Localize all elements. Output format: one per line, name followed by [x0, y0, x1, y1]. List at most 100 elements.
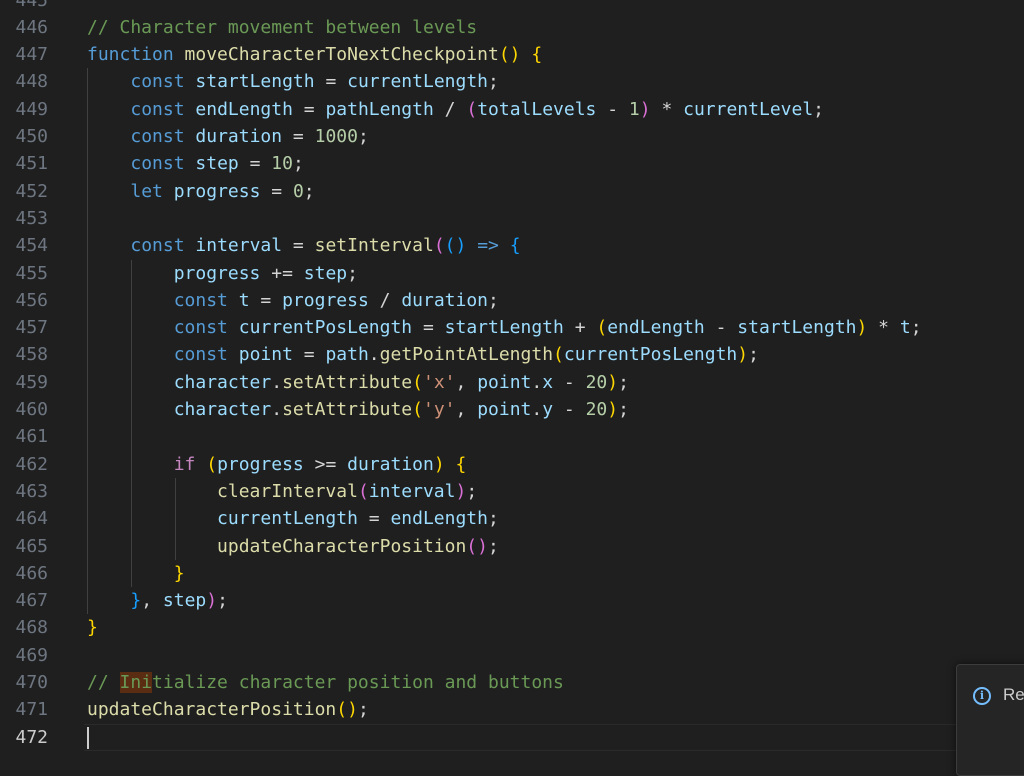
- code-token: clearInterval: [217, 480, 358, 502]
- code-text[interactable]: // Character movement between levels: [87, 14, 477, 41]
- code-text[interactable]: clearInterval(interval);: [87, 478, 477, 505]
- code-text[interactable]: const currentPosLength = startLength + (…: [87, 314, 922, 341]
- line-number[interactable]: 449: [0, 96, 48, 123]
- code-line[interactable]: 461: [0, 423, 1024, 450]
- code-line[interactable]: 450 const duration = 1000;: [0, 123, 1024, 150]
- code-token: 1: [628, 98, 640, 120]
- line-number[interactable]: 464: [0, 505, 48, 532]
- code-line[interactable]: 452 let progress = 0;: [0, 178, 1024, 205]
- code-line[interactable]: 469: [0, 642, 1024, 669]
- code-token: interval: [368, 480, 456, 502]
- line-number[interactable]: 461: [0, 423, 48, 450]
- code-editor[interactable]: 445 446 // Character movement between leve…: [0, 0, 1024, 768]
- code-line[interactable]: 449 const endLength = pathLength / (tota…: [0, 96, 1024, 123]
- code-text[interactable]: let progress = 0;: [87, 178, 314, 205]
- code-line[interactable]: 464 currentLength = endLength;: [0, 505, 1024, 532]
- code-token: 1000: [314, 126, 358, 147]
- code-line[interactable]: 454 const interval = setInterval(() => {: [0, 232, 1024, 259]
- code-text[interactable]: }: [87, 560, 185, 587]
- code-text[interactable]: }, step);: [87, 587, 228, 614]
- line-number[interactable]: 450: [0, 123, 48, 150]
- line-number[interactable]: 448: [0, 68, 48, 95]
- code-line[interactable]: 458 const point = path.getPointAtLength(…: [0, 341, 1024, 368]
- code-token: ;: [748, 344, 759, 366]
- line-number[interactable]: 445: [0, 0, 48, 14]
- code-text[interactable]: if (progress >= duration) {: [87, 451, 467, 478]
- indent-guide: [131, 259, 132, 588]
- code-line[interactable]: 447 function moveCharacterToNextCheckpoin…: [0, 41, 1024, 68]
- code-line[interactable]: 455 progress += step;: [0, 260, 1024, 287]
- code-line[interactable]: 451 const step = 10;: [0, 150, 1024, 177]
- line-number[interactable]: 468: [0, 614, 48, 641]
- code-token: .: [271, 399, 283, 420]
- code-line[interactable]: 463 clearInterval(interval);: [0, 478, 1024, 505]
- line-number[interactable]: 466: [0, 560, 48, 587]
- code-text[interactable]: const t = progress / duration;: [87, 287, 499, 314]
- line-number[interactable]: 470: [0, 669, 48, 696]
- code-text[interactable]: updateCharacterPosition();: [87, 696, 369, 723]
- code-line[interactable]: 468}: [0, 614, 1024, 641]
- code-token: {: [531, 44, 543, 66]
- line-number[interactable]: 460: [0, 396, 48, 423]
- code-line[interactable]: 460 character.setAttribute('y', point.y …: [0, 396, 1024, 423]
- line-number[interactable]: 462: [0, 451, 48, 478]
- line-number[interactable]: 453: [0, 205, 48, 232]
- code-line[interactable]: 457 const currentPosLength = startLength…: [0, 314, 1024, 341]
- code-line[interactable]: 453: [0, 205, 1024, 232]
- code-token: .: [531, 371, 543, 393]
- code-text[interactable]: const step = 10;: [87, 150, 303, 177]
- code-line[interactable]: 472: [0, 723, 1024, 751]
- code-line[interactable]: 456 const t = progress / duration;: [0, 287, 1024, 314]
- code-text[interactable]: character.setAttribute('y', point.y - 20…: [87, 396, 629, 423]
- line-number[interactable]: 459: [0, 369, 48, 396]
- code-text[interactable]: currentLength = endLength;: [87, 505, 499, 532]
- code-text[interactable]: const endLength = pathLength / (totalLev…: [87, 96, 824, 123]
- code-text[interactable]: const duration = 1000;: [87, 123, 368, 150]
- line-number[interactable]: 463: [0, 478, 48, 505]
- code-line[interactable]: 471 updateCharacterPosition();: [0, 696, 1024, 723]
- code-line[interactable]: 470 // Initialize character position and …: [0, 669, 1024, 696]
- line-number[interactable]: 452: [0, 178, 48, 205]
- code-text[interactable]: const interval = setInterval(() => {: [87, 232, 520, 259]
- line-number[interactable]: 457: [0, 314, 48, 341]
- code-token: t: [238, 289, 250, 311]
- code-text[interactable]: updateCharacterPosition();: [87, 533, 499, 560]
- code-line[interactable]: 466 }: [0, 560, 1024, 587]
- line-number[interactable]: 465: [0, 533, 48, 560]
- line-number[interactable]: 472: [0, 724, 48, 751]
- code-text[interactable]: const point = path.getPointAtLength(curr…: [87, 341, 759, 368]
- code-line[interactable]: 448 const startLength = currentLength;: [0, 68, 1024, 95]
- line-number[interactable]: 471: [0, 696, 48, 723]
- code-line[interactable]: 446 // Character movement between levels: [0, 14, 1024, 41]
- line-number[interactable]: 451: [0, 150, 48, 177]
- code-line[interactable]: 462 if (progress >= duration) {: [0, 451, 1024, 478]
- code-token: endLength: [607, 317, 705, 339]
- code-token: =: [314, 71, 348, 93]
- code-text[interactable]: progress += step;: [87, 260, 358, 287]
- code-text[interactable]: }: [87, 614, 98, 641]
- code-text[interactable]: function moveCharacterToNextCheckpoint()…: [87, 41, 542, 68]
- line-number[interactable]: 454: [0, 232, 48, 259]
- code-token: ;: [910, 317, 922, 339]
- code-text[interactable]: character.setAttribute('x', point.x - 20…: [87, 369, 629, 396]
- code-line[interactable]: 465 updateCharacterPosition();: [0, 533, 1024, 560]
- notification-toast[interactable]: i Re: [956, 664, 1024, 776]
- line-number[interactable]: 447: [0, 41, 48, 68]
- line-number[interactable]: 467: [0, 587, 48, 614]
- line-number[interactable]: 458: [0, 341, 48, 368]
- code-token: const: [173, 317, 228, 339]
- line-number[interactable]: 469: [0, 642, 48, 669]
- code-token: (: [412, 371, 423, 393]
- code-text[interactable]: const startLength = currentLength;: [87, 68, 499, 95]
- code-text[interactable]: // Initialize character position and but…: [87, 669, 564, 696]
- line-number[interactable]: 456: [0, 287, 48, 314]
- line-number[interactable]: 455: [0, 260, 48, 287]
- code-token: character: [173, 399, 272, 420]
- code-token: startLength: [444, 317, 564, 339]
- code-line[interactable]: 459 character.setAttribute('x', point.x …: [0, 369, 1024, 396]
- code-line[interactable]: 445: [0, 0, 1024, 14]
- code-line[interactable]: 467 }, step);: [0, 587, 1024, 614]
- line-number[interactable]: 446: [0, 14, 48, 41]
